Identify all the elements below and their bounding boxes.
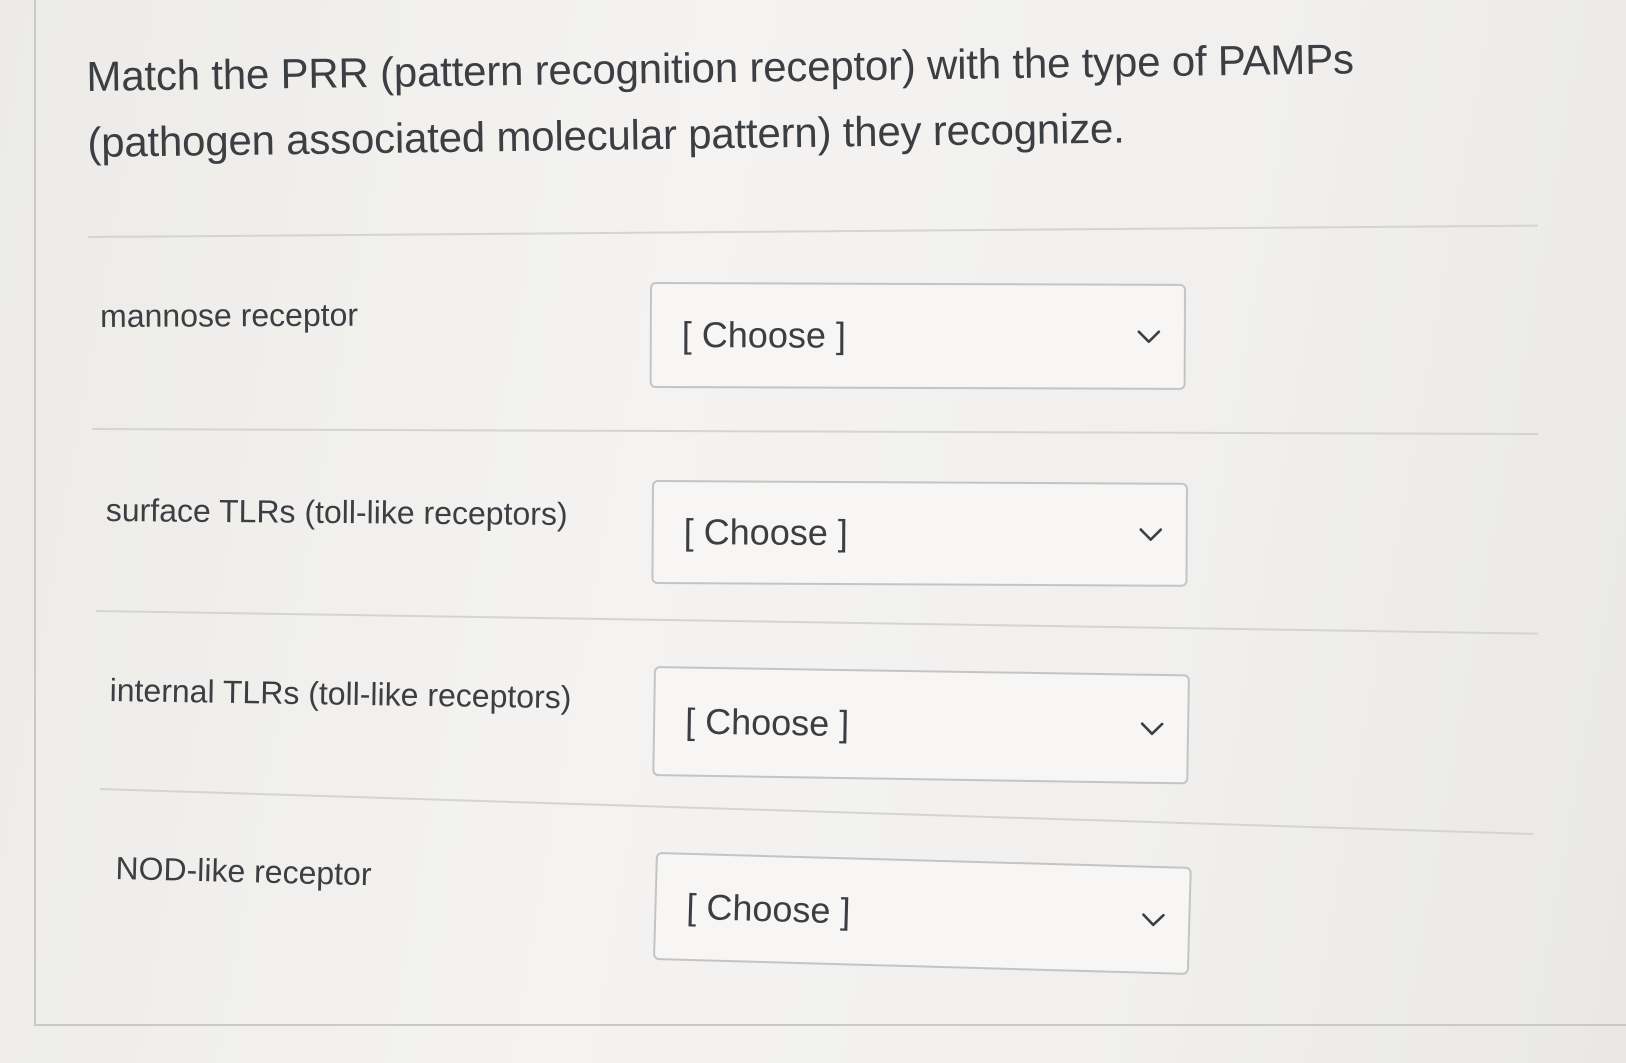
pamp-select-mannose-receptor[interactable]: [ Choose ]	[649, 282, 1186, 390]
chevron-down-icon	[1140, 722, 1164, 736]
prr-label-surface-tlrs: surface TLRs (toll-like receptors)	[105, 491, 568, 533]
select-value: [ Choose ]	[681, 314, 846, 356]
select-value: [ Choose ]	[685, 885, 852, 932]
chevron-down-icon	[1142, 913, 1165, 927]
pamp-select-surface-tlrs[interactable]: [ Choose ]	[651, 480, 1188, 587]
select-value: [ Choose ]	[683, 511, 848, 554]
question-text: Match the PRR (pattern recognition recep…	[86, 24, 1528, 176]
chevron-down-icon	[1137, 330, 1161, 344]
chevron-down-icon	[1139, 528, 1163, 541]
pamp-select-nod-like-receptor[interactable]: [ Choose ]	[652, 852, 1192, 975]
screen: Match the PRR (pattern recognition recep…	[0, 0, 1626, 1063]
prr-label-nod-like-receptor: NOD-like receptor	[115, 849, 372, 893]
pamp-select-internal-tlrs[interactable]: [ Choose ]	[652, 666, 1190, 785]
select-value: [ Choose ]	[684, 700, 850, 745]
prr-label-internal-tlrs: internal TLRs (toll-like receptors)	[109, 671, 572, 716]
prr-label-mannose-receptor: mannose receptor	[100, 296, 359, 334]
